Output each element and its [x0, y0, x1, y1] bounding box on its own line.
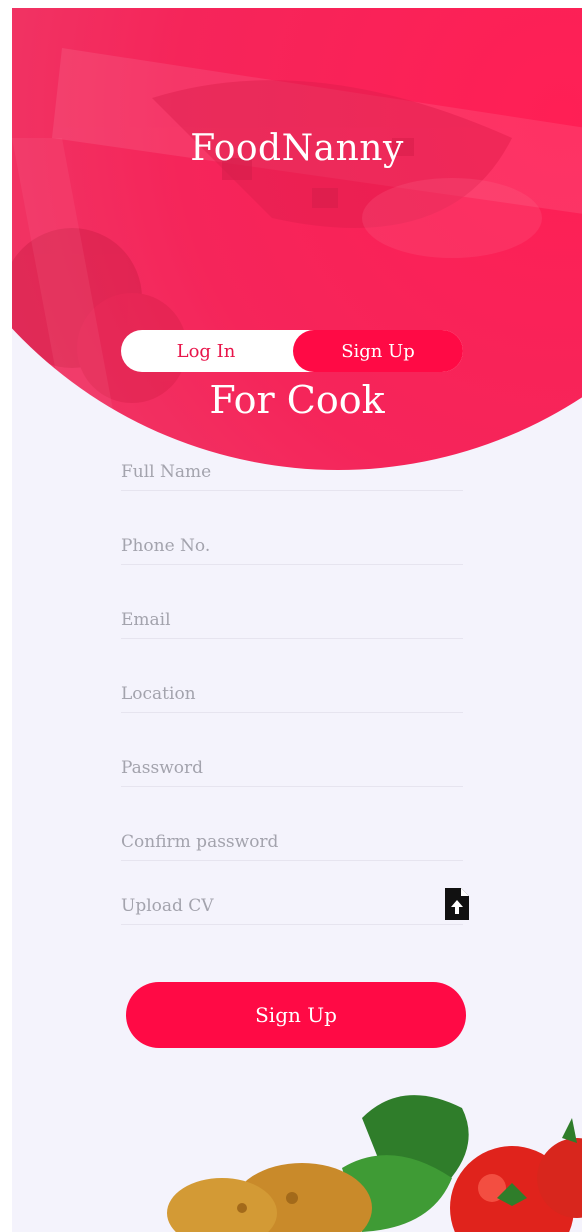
food-decoration-image: [167, 1095, 582, 1232]
confirm-password-field[interactable]: Confirm password: [121, 820, 463, 861]
tab-signup[interactable]: Sign Up: [293, 330, 463, 372]
tab-login[interactable]: Log In: [121, 330, 291, 372]
phone-placeholder: Phone No.: [121, 536, 211, 556]
upload-cv-placeholder: Upload CV: [121, 896, 214, 916]
password-field[interactable]: Password: [121, 746, 463, 787]
location-placeholder: Location: [121, 684, 196, 704]
role-title: For Cook: [209, 378, 385, 422]
auth-toggle: Log In Sign Up: [121, 330, 463, 372]
app-title: FoodNanny: [190, 128, 404, 169]
full-name-placeholder: Full Name: [121, 462, 212, 482]
upload-cv-field[interactable]: Upload CV: [121, 884, 469, 925]
password-placeholder: Password: [121, 758, 204, 778]
confirm-password-placeholder: Confirm password: [121, 832, 279, 852]
file-upload-icon[interactable]: [443, 886, 471, 922]
email-placeholder: Email: [121, 610, 171, 630]
signup-button[interactable]: Sign Up: [126, 982, 466, 1048]
email-field[interactable]: Email: [121, 598, 463, 639]
signup-screen: FoodNanny Log In Sign Up For Cook Full N…: [12, 8, 582, 1232]
full-name-field[interactable]: Full Name: [121, 450, 463, 491]
location-field[interactable]: Location: [121, 672, 463, 713]
phone-field[interactable]: Phone No.: [121, 524, 463, 565]
